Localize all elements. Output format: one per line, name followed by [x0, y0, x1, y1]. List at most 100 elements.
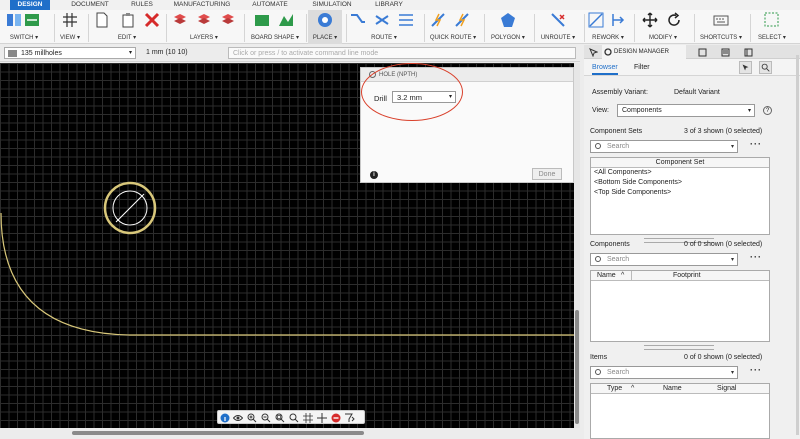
column-signal[interactable]: Signal: [717, 384, 736, 394]
sort-icon: ^: [631, 385, 635, 392]
chevron-down-icon: ▾: [730, 144, 734, 150]
more-icon[interactable]: ···: [750, 365, 762, 375]
column-name[interactable]: Name: [663, 384, 682, 394]
unroute-group[interactable]: UNROUTE ▾: [536, 10, 580, 44]
select-group[interactable]: SELECT ▾: [752, 10, 792, 44]
layers-icon[interactable]: [698, 48, 707, 57]
design-manager-title: DESIGN MANAGER: [614, 49, 670, 55]
column-name[interactable]: Name: [597, 271, 616, 281]
switch-group[interactable]: SWITCH ▾: [4, 10, 44, 44]
library-icon[interactable]: [744, 48, 753, 57]
panel-scrollbar[interactable]: [796, 55, 799, 435]
panel-tabs: DESIGN MANAGER: [584, 45, 800, 59]
new-document-icon: [96, 12, 108, 28]
table-row[interactable]: <Top Side Components>: [591, 188, 769, 198]
rework-group[interactable]: REWORK ▾: [586, 10, 630, 44]
scroll-thumb[interactable]: [575, 310, 579, 424]
sort-icon: ^: [621, 272, 625, 279]
board-shape-group[interactable]: BOARD SHAPE ▾: [248, 10, 302, 44]
shortcuts-group[interactable]: SHORTCUTS ▾: [696, 10, 746, 44]
items-search[interactable]: Search ▾: [590, 366, 738, 379]
polygon-group[interactable]: POLYGON ▾: [486, 10, 530, 44]
cursor-icon[interactable]: [589, 48, 598, 57]
rework-label: REWORK ▾: [592, 35, 624, 41]
components-search[interactable]: Search ▾: [590, 253, 738, 266]
help-icon[interactable]: ?: [763, 106, 772, 115]
search-icon[interactable]: [759, 61, 772, 74]
edit-group[interactable]: EDIT ▾: [92, 10, 162, 44]
column-type[interactable]: Type: [607, 384, 622, 394]
info-icon[interactable]: [220, 413, 230, 423]
chevron-down-icon: ▾: [128, 50, 132, 56]
table-row[interactable]: <Bottom Side Components>: [591, 178, 769, 188]
stop-icon[interactable]: [331, 413, 341, 423]
board-shape-icon: [279, 14, 293, 26]
crosshair-icon[interactable]: [317, 413, 327, 423]
column-component-set[interactable]: Component Set: [656, 159, 705, 166]
tab-library[interactable]: LIBRARY: [368, 0, 410, 10]
canvas-vertical-scrollbar[interactable]: [574, 63, 580, 428]
switch-label: SWITCH ▾: [9, 35, 39, 41]
select-label: SELECT ▾: [758, 35, 786, 41]
route-icon: [375, 15, 389, 25]
command-line-input[interactable]: Click or press / to activate command lin…: [228, 47, 576, 59]
tab-document[interactable]: DOCUMENT: [66, 0, 114, 10]
search-icon: [595, 256, 601, 262]
quick-route-group[interactable]: QUICK ROUTE ▾: [426, 10, 480, 44]
eye-icon[interactable]: [233, 413, 243, 423]
move-icon: [642, 12, 658, 28]
view-select[interactable]: Components ▾: [617, 104, 755, 117]
column-footprint[interactable]: Footprint: [673, 271, 701, 281]
more-icon[interactable]: ···: [750, 252, 762, 262]
ribbon-toolbar: SWITCH ▾ VIEW ▾ EDIT ▾ LAYERS ▾ BOARD SH…: [0, 10, 800, 44]
table-row[interactable]: <All Components>: [591, 168, 769, 178]
components-table: Name ^ Footprint: [590, 270, 770, 342]
view-group[interactable]: VIEW ▾: [56, 10, 84, 44]
pick-icon[interactable]: [739, 61, 752, 74]
done-button[interactable]: Done: [532, 168, 562, 180]
hole-marker: [115, 193, 145, 223]
quick-route-icon: [455, 13, 469, 27]
ribbon-tabs: DESIGN DOCUMENT RULES MANUFACTURING AUTO…: [0, 0, 800, 10]
zoom-in-icon[interactable]: [247, 413, 257, 423]
layers-label: LAYERS ▾: [190, 35, 218, 41]
layer-name: 135 millholes: [21, 50, 62, 57]
component-sets-count: 3 of 3 shown (0 selected): [684, 128, 763, 135]
view-value: Components: [622, 107, 662, 114]
tab-design-manager[interactable]: DESIGN MANAGER: [602, 45, 686, 59]
layer-select[interactable]: 135 millholes ▾: [4, 47, 136, 59]
tab-manufacturing[interactable]: MANUFACTURING: [170, 0, 234, 10]
place-label: PLACE ▾: [312, 35, 338, 41]
zoom-out-icon[interactable]: [261, 413, 271, 423]
layers-group[interactable]: LAYERS ▾: [168, 10, 240, 44]
tab-automate[interactable]: AUTOMATE: [246, 0, 294, 10]
rework-icon: [612, 14, 625, 26]
view-toolbar: [217, 410, 365, 424]
tab-filter[interactable]: Filter: [634, 64, 650, 71]
scroll-thumb[interactable]: [72, 431, 364, 435]
filter-icon[interactable]: [345, 413, 355, 423]
route-group[interactable]: ROUTE ▾: [348, 10, 420, 44]
zoom-fit-icon[interactable]: [275, 413, 285, 423]
tab-simulation[interactable]: SIMULATION: [306, 0, 358, 10]
place-group[interactable]: PLACE ▾: [308, 10, 342, 44]
route-icon: [351, 14, 365, 23]
tab-rules[interactable]: RULES: [126, 0, 158, 10]
paste-icon: [122, 13, 134, 28]
more-icon[interactable]: ···: [750, 139, 762, 149]
rotate-icon: [668, 12, 680, 26]
items-count: 0 of 0 shown (0 selected): [684, 354, 763, 361]
tab-browser[interactable]: Browser: [592, 64, 618, 75]
properties-icon[interactable]: [721, 48, 730, 57]
component-sets-search[interactable]: Search ▾: [590, 140, 738, 153]
grid-size: 1 mm (10 10): [146, 49, 188, 56]
splitter-handle[interactable]: [644, 345, 714, 350]
modify-group[interactable]: MODIFY ▾: [636, 10, 690, 44]
edit-label: EDIT ▾: [117, 35, 137, 41]
grid-icon[interactable]: [303, 413, 313, 423]
info-icon[interactable]: i: [370, 171, 378, 179]
route-icon: [399, 14, 413, 26]
canvas-horizontal-scrollbar[interactable]: [0, 428, 580, 439]
tab-design[interactable]: DESIGN: [10, 0, 50, 10]
zoom-select-icon[interactable]: [289, 413, 299, 423]
